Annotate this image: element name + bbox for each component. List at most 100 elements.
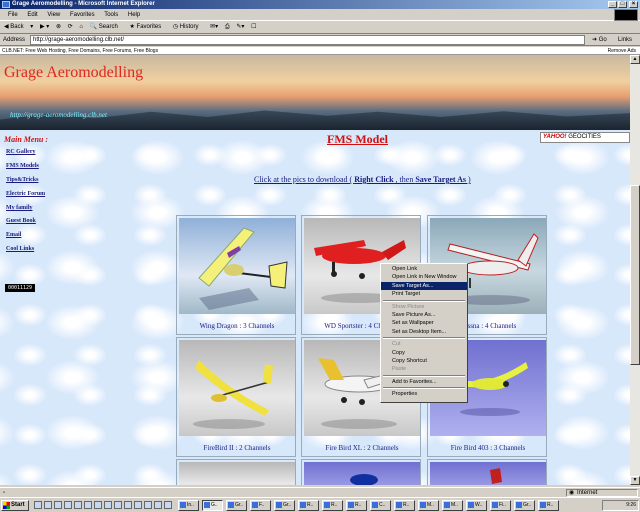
ctx-copy-shortcut[interactable]: Copy Shortcut — [381, 357, 467, 365]
start-button[interactable]: Start — [1, 500, 29, 511]
search-button[interactable]: 🔍 Search — [90, 24, 123, 30]
model-caption[interactable]: FireBird II : 2 Channels — [177, 444, 297, 452]
taskbar-button[interactable]: In.. — [178, 500, 199, 511]
scroll-thumb[interactable] — [630, 185, 640, 365]
plane-image[interactable] — [430, 462, 546, 485]
nav-fms-models[interactable]: FMS Models — [6, 163, 39, 169]
model-caption[interactable]: Wing Dragon : 3 Channels — [177, 322, 297, 330]
back-button[interactable]: ◀ Back ▾ — [4, 24, 33, 30]
nav-rc-gallery[interactable]: RC Gallery — [6, 149, 36, 155]
taskbar-button[interactable]: Fi.. — [490, 500, 511, 511]
ctx-properties[interactable]: Properties — [381, 390, 467, 398]
maximize-button[interactable]: □ — [618, 1, 627, 8]
quicklaunch-app-icon[interactable] — [134, 501, 142, 509]
geocities-badge[interactable]: YAHOO! GEOCITIES — [540, 132, 630, 143]
taskbar-button[interactable]: G.. — [202, 500, 223, 511]
ctx-open-new-window[interactable]: Open Link in New Window — [381, 273, 467, 281]
quicklaunch-media-icon[interactable] — [64, 501, 72, 509]
taskbar-button[interactable]: M.. — [442, 500, 463, 511]
plane-image[interactable] — [179, 340, 295, 436]
quicklaunch-app-icon[interactable] — [104, 501, 112, 509]
model-card[interactable] — [301, 459, 421, 485]
taskbar-button[interactable]: Gr.. — [274, 500, 295, 511]
quicklaunch-ie-icon[interactable] — [34, 501, 42, 509]
menu-tools[interactable]: Tools — [104, 12, 118, 18]
taskbar-button[interactable]: R.. — [322, 500, 343, 511]
taskbar-button[interactable]: R.. — [394, 500, 415, 511]
quicklaunch-desktop-icon[interactable] — [44, 501, 52, 509]
model-caption[interactable]: Fire Bird XL : 2 Channels — [302, 444, 422, 452]
forward-button[interactable]: ▶ ▾ — [40, 24, 49, 30]
stop-icon[interactable]: ⊗ — [56, 24, 61, 30]
quicklaunch-app-icon[interactable] — [144, 501, 152, 509]
history-button[interactable]: ◷ History — [173, 24, 204, 30]
remove-ads-link[interactable]: Remove Ads — [608, 47, 636, 55]
favorites-button[interactable]: ★ Favorites — [129, 24, 166, 30]
quicklaunch-app-icon[interactable] — [124, 501, 132, 509]
plane-image[interactable] — [304, 462, 420, 485]
quicklaunch-app-icon[interactable] — [154, 501, 162, 509]
taskbar-button[interactable]: Gr.. — [514, 500, 535, 511]
close-button[interactable]: × — [629, 1, 638, 8]
plane-image[interactable] — [179, 218, 295, 314]
plane-image[interactable] — [179, 462, 295, 485]
ctx-open-link[interactable]: Open Link — [381, 265, 467, 273]
ad-text[interactable]: CLB.NET: Free Web Hosting, Free Domains,… — [2, 48, 158, 54]
clock[interactable]: 9:26 — [626, 502, 636, 508]
app-icon — [300, 502, 306, 508]
model-card[interactable] — [427, 459, 547, 485]
model-card[interactable]: Wing Dragon : 3 Channels — [176, 215, 296, 335]
nav-electric-forum[interactable]: Electric Forum — [6, 191, 45, 197]
taskbar-button[interactable]: M.. — [418, 500, 439, 511]
taskbar-button[interactable]: W.. — [466, 500, 487, 511]
menu-favorites[interactable]: Favorites — [70, 12, 95, 18]
edit-icon[interactable]: ✎▾ — [236, 24, 244, 30]
nav-email[interactable]: Email — [6, 232, 21, 238]
go-button[interactable]: ➜ Go — [592, 34, 607, 46]
menu-file[interactable]: File — [8, 12, 18, 18]
quicklaunch-mail-icon[interactable] — [54, 501, 62, 509]
scroll-down-icon[interactable]: ▼ — [630, 476, 640, 485]
taskbar-button[interactable]: R.. — [346, 500, 367, 511]
vertical-scrollbar[interactable]: ▲ ▼ — [630, 55, 640, 485]
ctx-save-target-as[interactable]: Save Target As... — [381, 281, 467, 291]
links-button[interactable]: Links — [618, 34, 632, 46]
taskbar-button[interactable]: Gr.. — [226, 500, 247, 511]
quicklaunch-app-icon[interactable] — [94, 501, 102, 509]
menu-view[interactable]: View — [47, 12, 60, 18]
menu-edit[interactable]: Edit — [27, 12, 37, 18]
model-caption[interactable]: Fire Bird 403 : 3 Channels — [428, 444, 548, 452]
nav-guest-book[interactable]: Guest Book — [6, 218, 36, 224]
ctx-set-wallpaper[interactable]: Set as Wallpaper — [381, 319, 467, 327]
model-card[interactable]: FireBird II : 2 Channels — [176, 337, 296, 457]
quicklaunch-app-icon[interactable] — [164, 501, 172, 509]
menu-separator — [383, 337, 465, 340]
ctx-save-picture-as[interactable]: Save Picture As... — [381, 311, 467, 319]
ctx-add-to-favorites[interactable]: Add to Favorites... — [381, 378, 467, 386]
menu-help[interactable]: Help — [128, 12, 140, 18]
discuss-icon[interactable]: ☐ — [251, 24, 256, 30]
taskbar-button[interactable]: R.. — [538, 500, 559, 511]
quicklaunch-app-icon[interactable] — [114, 501, 122, 509]
menu-separator — [383, 299, 465, 302]
mail-icon[interactable]: ✉▾ — [210, 24, 218, 30]
nav-tips-tricks[interactable]: Tips&Tricks — [6, 177, 38, 183]
ctx-print-target[interactable]: Print Target — [381, 290, 467, 298]
address-label: Address — [3, 37, 26, 43]
print-icon[interactable]: ⎙ — [225, 24, 230, 30]
nav-my-family[interactable]: My family — [6, 205, 33, 211]
address-input[interactable]: http://grage-aeromodelling.clb.net/ — [30, 35, 585, 45]
ctx-set-desktop-item[interactable]: Set as Desktop Item... — [381, 328, 467, 336]
ctx-copy[interactable]: Copy — [381, 349, 467, 357]
quicklaunch-app-icon[interactable] — [74, 501, 82, 509]
model-card[interactable] — [176, 459, 296, 485]
taskbar-button[interactable]: F.. — [250, 500, 271, 511]
taskbar-button[interactable]: R.. — [298, 500, 319, 511]
quicklaunch-app-icon[interactable] — [84, 501, 92, 509]
nav-cool-links[interactable]: Cool Links — [6, 246, 34, 252]
taskbar-button[interactable]: C.. — [370, 500, 391, 511]
home-icon[interactable]: ⌂ — [79, 24, 83, 30]
scroll-up-icon[interactable]: ▲ — [630, 55, 640, 64]
refresh-icon[interactable]: ⟳ — [68, 24, 73, 30]
minimize-button[interactable]: _ — [608, 1, 617, 8]
